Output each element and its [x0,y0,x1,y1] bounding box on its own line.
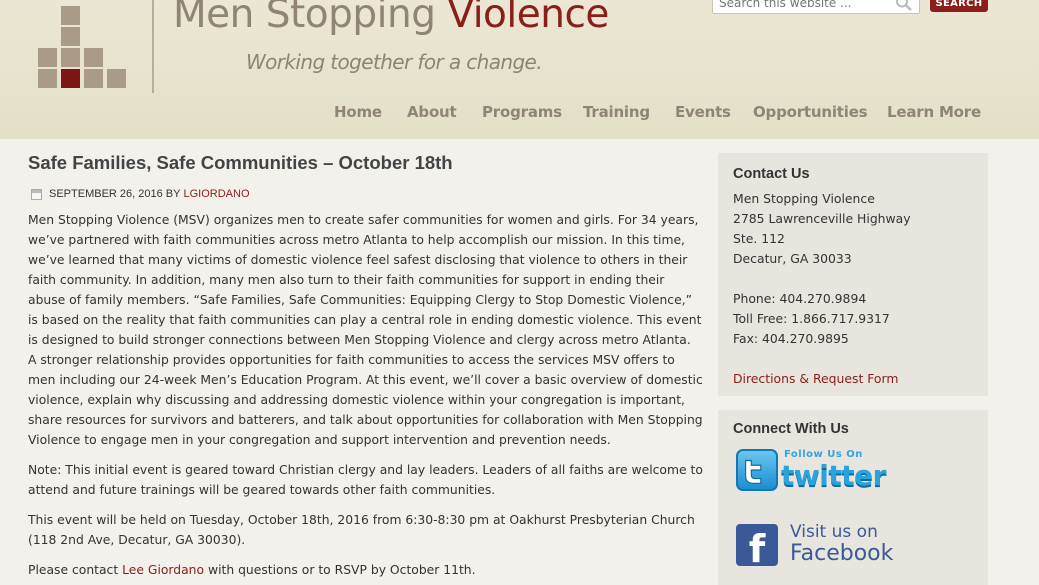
logo-block [84,69,103,88]
twitter-icon [736,449,778,491]
nav-item-home[interactable]: Home [334,103,382,121]
logo-divider [152,0,154,93]
twitter-wordmark: twitter [781,459,886,492]
site-header: Men Stopping Violence Working together f… [0,0,1039,139]
contact-phone: Phone: 404.270.9894 [733,291,867,306]
facebook-icon: f [736,524,778,566]
facebook-visit-text: Visit us on [790,522,878,542]
paragraph-text: Please contact [28,563,123,577]
nav-item-learn-more[interactable]: Learn More [887,103,981,121]
post-paragraph: This event will be held on Tuesday, Octo… [28,513,695,547]
site-logo[interactable] [36,0,146,95]
contact-person-link[interactable]: Lee Giordano [122,563,204,577]
search-button[interactable]: SEARCH [930,0,988,12]
post-paragraph: Men Stopping Violence (MSV) organizes me… [28,213,703,447]
contact-fax: Fax: 404.270.9895 [733,331,849,346]
site-title-main: Men Stopping [173,0,448,37]
contact-street: 2785 Lawrenceville Highway [733,211,911,226]
post-by: BY [165,188,181,200]
nav-item-opportunities[interactable]: Opportunities [753,103,868,121]
logo-block [61,27,80,46]
contact-suite: Ste. 112 [733,231,785,246]
contact-city: Decatur, GA 30033 [733,251,852,266]
logo-block [61,6,80,25]
contact-tollfree: Toll Free: 1.866.717.9317 [733,311,890,326]
twitter-link[interactable]: Follow Us On twitter [736,449,906,495]
post-paragraph: Please contact Lee Giordano with questio… [28,560,703,580]
contact-widget-title: Contact Us [733,166,810,182]
connect-widget-title: Connect With Us [733,421,849,437]
post-body: Men Stopping Violence (MSV) organizes me… [28,210,703,585]
logo-block [38,48,57,67]
main-nav: Home About Programs Training Events Oppo… [0,103,1039,127]
site-title-accent: Violence [447,0,609,37]
logo-block [107,69,126,88]
logo-block-accent [61,69,80,88]
post-date: SEPTEMBER 26, 2016 [49,188,163,200]
post-author-link[interactable]: LGIORDANO [183,188,249,200]
nav-item-events[interactable]: Events [675,103,731,121]
logo-block [38,69,57,88]
facebook-wordmark: Facebook [790,541,894,566]
site-tagline: Working together for a change. [246,50,543,74]
nav-item-training[interactable]: Training [583,103,650,121]
nav-item-about[interactable]: About [407,103,457,121]
facebook-link[interactable]: f Visit us on Facebook [736,522,906,572]
contact-org: Men Stopping Violence [733,191,875,206]
connect-widget: Connect With Us Follow Us On twitter f V… [718,410,988,585]
nav-item-programs[interactable]: Programs [482,103,562,121]
search-input[interactable] [719,0,887,13]
post-title[interactable]: Safe Families, Safe Communities – Octobe… [28,152,453,174]
logo-block [61,48,80,67]
logo-block [84,48,103,67]
post-meta: SEPTEMBER 26, 2016 BY LGIORDANO [31,187,250,201]
calendar-icon [31,188,42,200]
directions-link[interactable]: Directions & Request Form [733,371,898,386]
post-paragraph: Note: This initial event is geared towar… [28,463,703,497]
contact-widget: Contact Us Men Stopping Violence 2785 La… [718,153,988,396]
search-box [712,0,920,14]
site-title[interactable]: Men Stopping Violence [173,0,609,37]
search-icon[interactable] [895,0,913,11]
paragraph-text: with questions or to RSVP by October 11t… [204,563,476,577]
